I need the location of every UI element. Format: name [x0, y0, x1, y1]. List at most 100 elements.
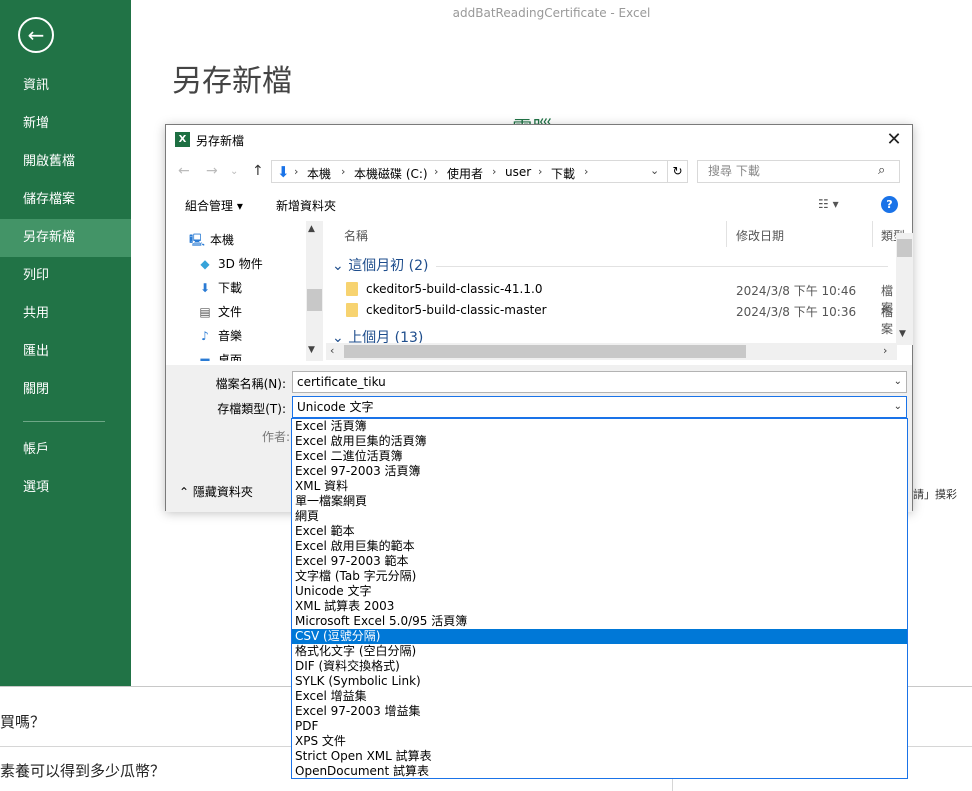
nav-divider [23, 421, 105, 422]
filetype-option[interactable]: XML 資料 [292, 479, 907, 494]
breadcrumb-drive[interactable]: 本機磁碟 (C:) [354, 165, 428, 182]
address-bar[interactable]: ⬇ › 本機 › 本機磁碟 (C:) › 使用者 › user › 下載 › ⌄… [271, 160, 688, 183]
window-title: addBatReadingCertificate - Excel [452, 6, 651, 20]
tree-item-documents[interactable]: ▤ 文件 [196, 301, 242, 323]
nav-print[interactable]: 列印 [0, 257, 131, 295]
collapse-icon: ⌄ [332, 258, 349, 274]
filetype-option[interactable]: Excel 97-2003 活頁簿 [292, 464, 907, 479]
filetype-option[interactable]: Excel 增益集 [292, 689, 907, 704]
tree-item-3d[interactable]: ◆ 3D 物件 [196, 253, 262, 275]
question-text-2: 素養可以得到多少瓜幣？ [0, 762, 166, 780]
background-partial-text: 請」摸彩 [913, 488, 957, 501]
filetype-option[interactable]: Excel 二進位活頁簿 [292, 449, 907, 464]
scroll-right-icon[interactable]: › [883, 344, 887, 357]
help-icon[interactable]: ? [881, 196, 898, 213]
column-separator [726, 221, 727, 247]
column-date[interactable]: 修改日期 [736, 227, 784, 244]
document-icon: ▤ [199, 305, 211, 319]
filetype-option[interactable]: 格式化文字 (空白分隔) [292, 644, 907, 659]
filetype-option[interactable]: Excel 範本 [292, 524, 907, 539]
filetype-option[interactable]: Microsoft Excel 5.0/95 活頁簿 [292, 614, 907, 629]
nav-close[interactable]: 關閉 [0, 371, 131, 409]
scroll-thumb[interactable] [897, 239, 912, 257]
recent-chevron-icon[interactable]: ⌄ [230, 166, 238, 177]
scroll-down-icon[interactable]: ▼ [308, 345, 315, 355]
file-list-scrollbar[interactable]: ▼ [896, 233, 913, 345]
filetype-option-selected[interactable]: CSV (逗號分隔) [292, 629, 907, 644]
filetype-option[interactable]: PDF [292, 719, 907, 734]
breadcrumb-pc[interactable]: 本機 [307, 165, 331, 182]
nav-save-as[interactable]: 另存新檔 [0, 219, 131, 257]
tree-item-desktop[interactable]: ▬ 桌面 [196, 349, 242, 361]
filetype-option[interactable]: XPS 文件 [292, 734, 907, 749]
author-label: 作者: [262, 430, 291, 444]
scroll-up-icon[interactable]: ▲ [308, 224, 315, 234]
breadcrumb-downloads[interactable]: 下載 [551, 165, 575, 182]
breadcrumb-separator: › [492, 165, 497, 178]
close-icon[interactable]: ✕ [882, 128, 906, 152]
column-name[interactable]: 名稱 [344, 227, 368, 244]
file-row[interactable]: ckeditor5-build-classic-41.1.0 2024/3/8 … [326, 279, 893, 315]
dialog-title: 另存新檔 [196, 134, 245, 148]
filetype-option[interactable]: DIF (資料交換格式) [292, 659, 907, 674]
nav-new[interactable]: 新增 [0, 105, 131, 143]
chevron-down-icon[interactable]: ⌄ [894, 397, 902, 417]
search-icon[interactable]: ⌕ [878, 163, 905, 178]
nav-open[interactable]: 開啟舊檔 [0, 143, 131, 181]
nav-share[interactable]: 共用 [0, 295, 131, 333]
back-icon[interactable]: ← [178, 163, 190, 179]
filetype-option[interactable]: Excel 啟用巨集的範本 [292, 539, 907, 554]
filetype-option[interactable]: 網頁 [292, 509, 907, 524]
organize-button[interactable]: 組合管理 ▾ [185, 197, 243, 214]
scroll-down-icon[interactable]: ▼ [899, 329, 906, 339]
nav-export[interactable]: 匯出 [0, 333, 131, 371]
breadcrumb-users[interactable]: 使用者 [447, 165, 483, 182]
search-input[interactable]: 搜尋 下載 [697, 160, 900, 183]
nav-info[interactable]: 資訊 [0, 67, 131, 105]
filetype-option[interactable]: OpenDocument 試算表 [292, 764, 907, 779]
new-folder-button[interactable]: 新增資料夾 [276, 197, 336, 214]
hide-folders-button[interactable]: ⌃ 隱藏資料夾 [179, 483, 253, 500]
filetype-select[interactable]: Unicode 文字 ⌄ [292, 396, 907, 418]
forward-icon[interactable]: → [206, 163, 218, 179]
filetype-option[interactable]: XML 試算表 2003 [292, 599, 907, 614]
horizontal-scrollbar[interactable]: ‹ › [326, 343, 897, 360]
music-icon: ♪ [201, 329, 209, 343]
up-icon[interactable]: ↑ [252, 163, 264, 179]
file-row[interactable]: ckeditor5-build-classic-master 2024/3/8 … [326, 300, 893, 336]
filetype-option[interactable]: Excel 97-2003 增益集 [292, 704, 907, 719]
tree-item-pc[interactable]: 🖳 本機 [188, 229, 234, 251]
breadcrumb-separator: › [434, 165, 439, 178]
tree-scrollbar[interactable]: ▲ ▼ [306, 221, 323, 361]
filetype-option[interactable]: Excel 97-2003 範本 [292, 554, 907, 569]
column-separator [872, 221, 873, 247]
filetype-option[interactable]: Strict Open XML 試算表 [292, 749, 907, 764]
back-arrow-icon[interactable]: ← [18, 17, 54, 53]
download-folder-icon: ⬇ [277, 163, 290, 181]
filetype-option[interactable]: Unicode 文字 [292, 584, 907, 599]
navigation-tree: 🖳 本機 ◆ 3D 物件 ⬇ 下載 ▤ 文件 ♪ 音樂 ▬ 桌面 ▲ ▼ [166, 221, 324, 361]
tree-item-music[interactable]: ♪ 音樂 [196, 325, 242, 347]
scroll-thumb[interactable] [344, 345, 746, 358]
nav-save[interactable]: 儲存檔案 [0, 181, 131, 219]
filetype-option[interactable]: Excel 活頁簿 [292, 419, 907, 434]
refresh-icon[interactable]: ↻ [667, 161, 687, 182]
scroll-thumb[interactable] [307, 289, 322, 311]
chevron-down-icon[interactable]: ⌄ [894, 372, 902, 392]
scroll-left-icon[interactable]: ‹ [330, 344, 334, 357]
tree-item-downloads[interactable]: ⬇ 下載 [196, 277, 242, 299]
filetype-option[interactable]: 文字檔 (Tab 字元分隔) [292, 569, 907, 584]
breadcrumb-user[interactable]: user [505, 165, 531, 179]
group-header-this-month[interactable]: ⌄ 這個月初 (2) [332, 255, 428, 275]
nav-options[interactable]: 選項 [0, 469, 131, 507]
filetype-option[interactable]: Excel 啟用巨集的活頁簿 [292, 434, 907, 449]
filetype-option[interactable]: 單一檔案網頁 [292, 494, 907, 509]
filetype-option[interactable]: SYLK (Symbolic Link) [292, 674, 907, 689]
page-title: 另存新檔 [172, 64, 292, 99]
view-options-icon[interactable]: ☷ ▾ [818, 197, 839, 211]
dialog-toolbar: 組合管理 ▾ 新增資料夾 ☷ ▾ ? [166, 191, 912, 219]
question-text-1: 買嗎？ [0, 713, 46, 731]
filename-input[interactable]: certificate_tiku ⌄ [292, 371, 907, 393]
address-chevron-icon[interactable]: ⌄ [650, 164, 659, 177]
nav-account[interactable]: 帳戶 [0, 431, 131, 469]
